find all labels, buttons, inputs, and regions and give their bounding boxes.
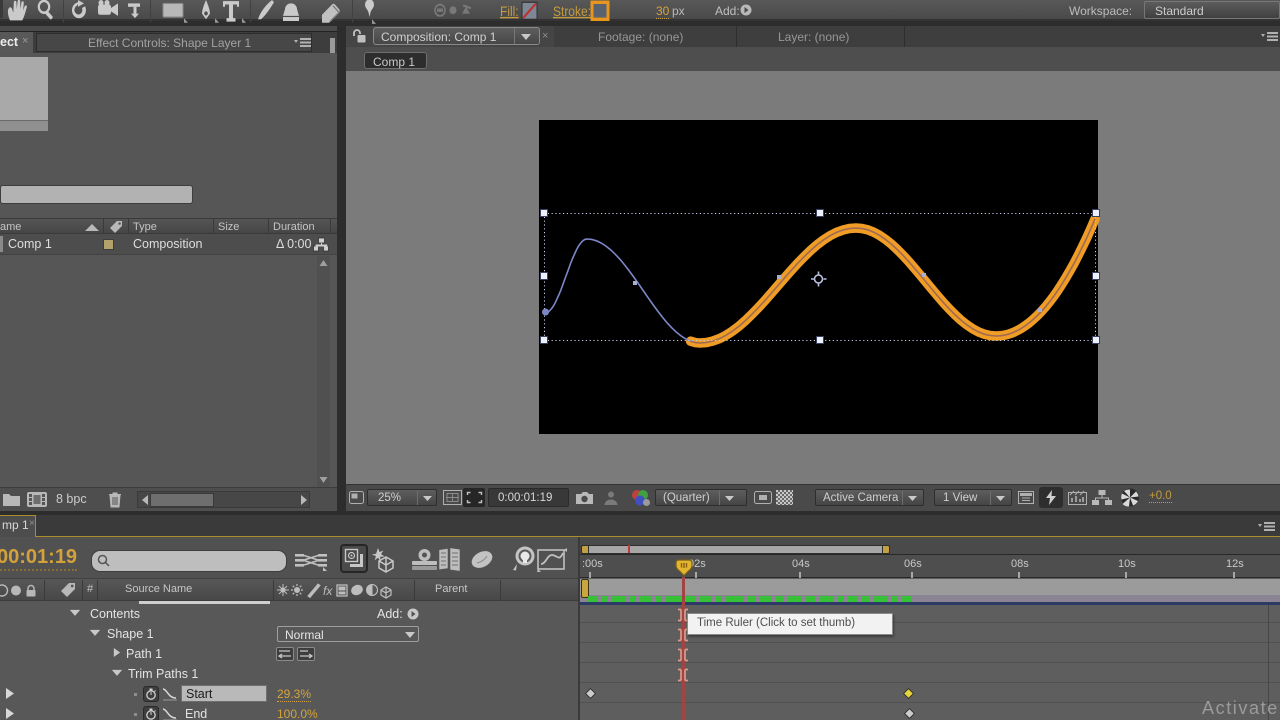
svg-text:Stroke:: Stroke: xyxy=(553,3,591,19)
svg-text:fx: fx xyxy=(323,584,333,598)
svg-text:Fill:: Fill: xyxy=(500,3,519,19)
